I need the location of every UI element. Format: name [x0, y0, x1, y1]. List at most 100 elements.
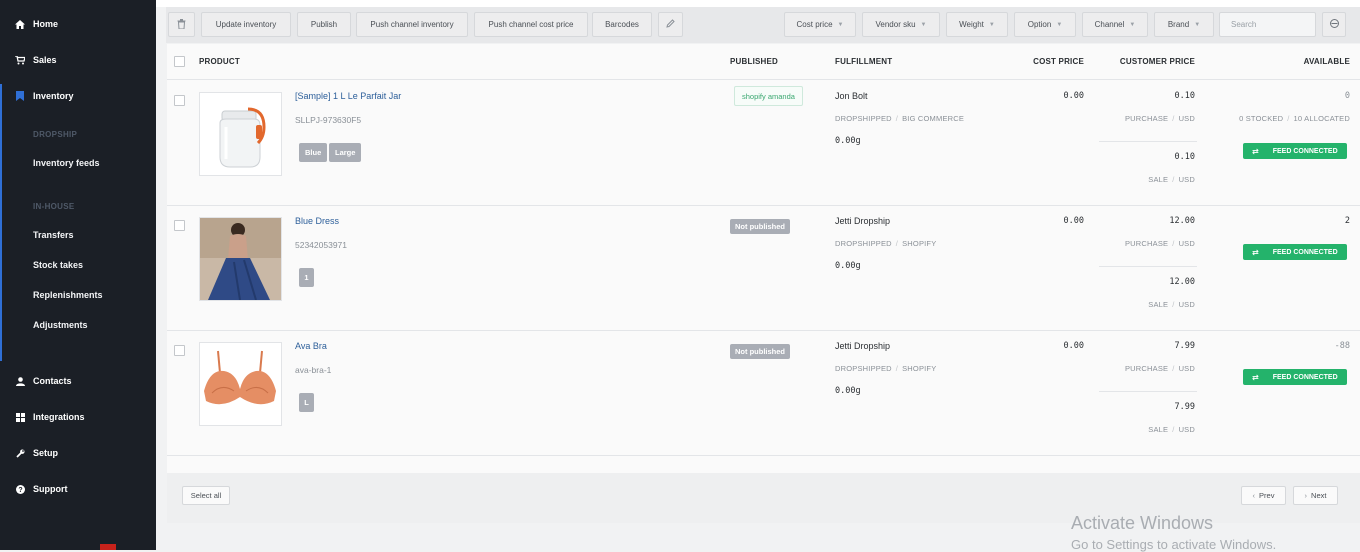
product-name-link[interactable]: [Sample] 1 L Le Parfait Jar [295, 91, 401, 101]
delete-button[interactable] [168, 12, 195, 37]
purchase-price-value[interactable]: 7.99 [1175, 341, 1195, 351]
product-thumbnail[interactable] [199, 92, 282, 176]
filter-vendor-sku[interactable]: Vendor sku ▼ [862, 12, 940, 37]
chevron-left-icon: ‹ [1252, 491, 1256, 500]
filter-brand[interactable]: Brand ▼ [1154, 12, 1214, 37]
select-all-button[interactable]: Select all [182, 486, 230, 505]
purchase-label: PURCHASE / USD [1124, 364, 1195, 373]
publish-button[interactable]: Publish [297, 12, 351, 37]
available-value[interactable]: 2 [1345, 216, 1350, 226]
row-checkbox[interactable] [174, 345, 185, 356]
caret-down-icon: ▼ [988, 21, 995, 28]
link-icon: ⇄ [1252, 146, 1259, 156]
sidebar-item-stock-takes[interactable]: Stock takes [33, 260, 83, 270]
push-channel-inventory-button[interactable]: Push channel inventory [356, 12, 468, 37]
sidebar-section-dropship: DROPSHIP [33, 130, 78, 139]
filter-cost-price[interactable]: Cost price ▼ [784, 12, 856, 37]
sidebar-item-adjustments[interactable]: Adjustments [33, 320, 88, 330]
feed-status-label: FEED CONNECTED [1272, 147, 1338, 155]
price-type: PURCHASE [1124, 239, 1169, 248]
fulfiller-name: Jon Bolt [835, 91, 868, 101]
sidebar-item-setup[interactable]: Setup [14, 448, 58, 458]
option-chip: L [299, 393, 314, 412]
table-row[interactable]: Blue Dress 52342053971 1 Not published J… [167, 205, 1360, 331]
sidebar-item-transfers[interactable]: Transfers [33, 230, 74, 240]
row-checkbox[interactable] [174, 220, 185, 231]
product-name-link[interactable]: Ava Bra [295, 341, 327, 351]
product-thumbnail[interactable] [199, 217, 282, 301]
published-channel-tag[interactable]: shopify amanda [734, 86, 803, 106]
next-page-button[interactable]: › Next [1293, 486, 1338, 505]
cost-price-value[interactable]: 0.00 [1064, 216, 1084, 226]
caret-down-icon: ▼ [1129, 21, 1136, 28]
sidebar-item-contacts[interactable]: Contacts [14, 376, 72, 386]
price-type: PURCHASE [1124, 364, 1169, 373]
table-row[interactable]: [Sample] 1 L Le Parfait Jar SLLPJ-973630… [167, 80, 1360, 206]
sale-price-value[interactable]: 0.10 [1175, 152, 1195, 162]
next-label: Next [1311, 491, 1327, 500]
caret-down-icon: ▼ [920, 21, 927, 28]
available-value[interactable]: -88 [1335, 341, 1350, 351]
jar-image [219, 107, 266, 168]
sidebar-item-label: Integrations [33, 412, 85, 422]
sidebar-item-label: Home [33, 19, 59, 29]
inventory-table: PRODUCT PUBLISHED FULFILLMENT COST PRICE… [167, 44, 1360, 523]
product-thumbnail[interactable] [199, 342, 282, 426]
filter-option[interactable]: Option ▼ [1014, 12, 1076, 37]
allocated-count: 10 ALLOCATED [1293, 114, 1350, 123]
stocked-count: 0 STOCKED [1239, 114, 1284, 123]
option-chip: Blue [299, 143, 328, 162]
filter-weight[interactable]: Weight ▼ [946, 12, 1008, 37]
currency: USD [1178, 114, 1195, 123]
header-published: PUBLISHED [730, 57, 779, 66]
bookmark-icon [14, 91, 26, 101]
dress-image [200, 218, 281, 300]
sidebar-item-integrations[interactable]: Integrations [14, 412, 85, 422]
filter-label: Cost price [796, 20, 833, 29]
columns-toggle-button[interactable] [1322, 12, 1346, 37]
sale-price-value[interactable]: 7.99 [1175, 402, 1195, 412]
sidebar-item-home[interactable]: Home [14, 19, 58, 29]
available-value[interactable]: 0 [1345, 91, 1350, 101]
sidebar-item-sales[interactable]: Sales [14, 55, 57, 65]
price-type: SALE [1148, 175, 1169, 184]
price-divider [1099, 266, 1197, 267]
select-all-checkbox[interactable] [174, 56, 185, 67]
purchase-price-value[interactable]: 12.00 [1169, 216, 1195, 226]
cost-price-value[interactable]: 0.00 [1064, 341, 1084, 351]
fulfillment-meta: DROPSHIPPED / SHOPIFY [835, 239, 937, 248]
search-input[interactable]: Search [1219, 12, 1316, 37]
filter-label: Weight [959, 20, 984, 29]
sidebar-item-replenishments[interactable]: Replenishments [33, 290, 103, 300]
update-inventory-button[interactable]: Update inventory [201, 12, 291, 37]
fulfiller-name: Jetti Dropship [835, 216, 891, 226]
grid-icon [14, 412, 26, 422]
barcodes-button[interactable]: Barcodes [592, 12, 652, 37]
sale-price-value[interactable]: 12.00 [1169, 277, 1195, 287]
filter-channel[interactable]: Channel ▼ [1082, 12, 1148, 37]
sidebar-item-inventory[interactable]: Inventory [14, 91, 74, 101]
cost-price-value[interactable]: 0.00 [1064, 91, 1084, 101]
feed-status-label: FEED CONNECTED [1272, 248, 1338, 256]
fulfillment-channel: SHOPIFY [902, 364, 937, 373]
push-channel-cost-price-button[interactable]: Push channel cost price [474, 12, 588, 37]
sidebar-item-label: Contacts [33, 376, 72, 386]
product-name-link[interactable]: Blue Dress [295, 216, 339, 226]
header-product: PRODUCT [199, 57, 240, 66]
header-fulfillment: FULFILLMENT [835, 57, 893, 66]
feed-connected-badge[interactable]: ⇄ FEED CONNECTED [1243, 369, 1347, 385]
filter-label: Channel [1094, 20, 1125, 29]
prev-page-button[interactable]: ‹ Prev [1241, 486, 1286, 505]
row-checkbox[interactable] [174, 95, 185, 106]
edit-button[interactable] [658, 12, 683, 37]
feed-connected-badge[interactable]: ⇄ FEED CONNECTED [1243, 244, 1347, 260]
sidebar-item-support[interactable]: ? Support [14, 484, 68, 494]
sidebar-item-inventory-feeds[interactable]: Inventory feeds [33, 158, 100, 168]
table-row[interactable]: Ava Bra ava-bra-1 L Not published Jetti … [167, 330, 1360, 456]
pencil-icon [666, 19, 675, 30]
product-sku: SLLPJ-973630F5 [295, 115, 362, 125]
prev-label: Prev [1259, 491, 1275, 500]
sale-label: SALE / USD [1148, 425, 1195, 434]
purchase-price-value[interactable]: 0.10 [1175, 91, 1195, 101]
feed-connected-badge[interactable]: ⇄ FEED CONNECTED [1243, 143, 1347, 159]
